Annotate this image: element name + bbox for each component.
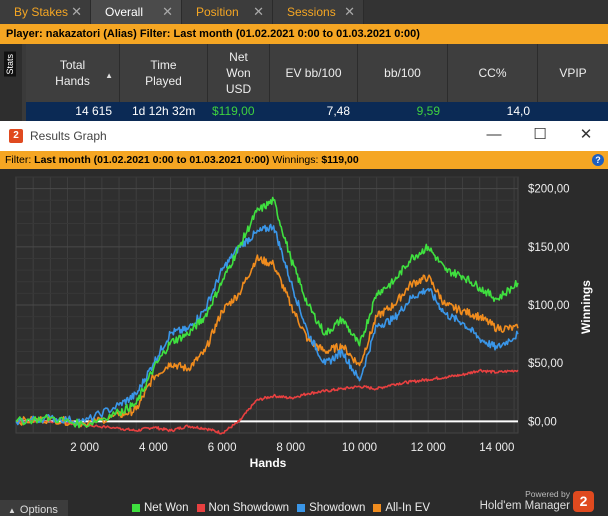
x-tick-label: 10 000	[342, 442, 377, 454]
x-tick-label: 14 000	[479, 442, 514, 454]
brand-logo-icon: 2	[573, 491, 594, 512]
winnings-label: Winnings:	[272, 154, 319, 166]
table-header: Total Hands ▲ Time Played Net Won USD EV…	[26, 44, 608, 102]
cell-ev-bb100: 7,48	[326, 104, 350, 118]
legend-item-net-won[interactable]: Net Won	[132, 501, 189, 515]
header-label: CC%	[478, 66, 507, 80]
chart-legend: Net Won Non Showdown Showdown All-In EV	[132, 501, 430, 515]
tab-label: By Stakes	[14, 5, 69, 19]
filter-label: Filter:	[5, 154, 32, 166]
winnings-value: $119,00	[321, 154, 359, 166]
results-chart: 2 000 4 000 6 000 8 000 10 000 12 000 14 000 $…	[15, 176, 593, 470]
cell-vpip	[538, 102, 608, 121]
options-button[interactable]: ▲ Options	[0, 500, 68, 516]
legend-item-non-showdown[interactable]: Non Showdown	[196, 501, 290, 515]
window-title: Results Graph	[30, 129, 107, 143]
tab-label: Sessions	[287, 5, 336, 19]
filter-value: Last month (01.02.2021 0:00 to 01.03.202…	[34, 154, 270, 166]
maximize-button[interactable]: ☐	[528, 125, 552, 145]
close-button[interactable]: ✕	[574, 125, 598, 145]
y-axis-ticks: $0,00 $50,00 $100,00 $150,00 $200,00	[528, 184, 570, 429]
tab-label: Position	[196, 5, 239, 19]
cell-total-hands: 14 615	[75, 104, 112, 118]
legend-swatch	[132, 504, 140, 512]
stats-side-tab[interactable]: Stats	[0, 44, 22, 121]
cell-cc: 14,0	[506, 104, 530, 118]
tab-sessions[interactable]: Sessions ✕	[273, 0, 364, 24]
column-header-total-hands[interactable]: Total Hands ▲	[26, 44, 120, 102]
tab-by-stakes[interactable]: By Stakes ✕	[0, 0, 91, 24]
legend-item-all-in-ev[interactable]: All-In EV	[373, 501, 430, 515]
stats-label: Stats	[4, 52, 16, 77]
minimize-button[interactable]: —	[482, 125, 506, 145]
x-axis-ticks: 2 000 4 000 6 000 8 000 10 000 12 000 14 000	[70, 442, 514, 454]
close-icon[interactable]: ✕	[344, 4, 355, 20]
help-icon[interactable]: ?	[592, 154, 604, 166]
x-axis-label: Hands	[250, 456, 287, 470]
header-label: Net Won USD	[225, 50, 252, 96]
legend-label: Showdown	[309, 502, 366, 514]
options-icon: ▲	[8, 506, 16, 515]
sort-ascending-icon[interactable]: ▲	[105, 68, 113, 84]
header-label: VPIP	[559, 66, 587, 80]
header-label: Time Played	[145, 58, 182, 88]
cell-time-played: 1d 12h 32m	[132, 104, 196, 118]
results-graph-window: 2 Results Graph — ☐ ✕ Filter: Last month…	[0, 121, 608, 516]
graph-area: 2 000 4 000 6 000 8 000 10 000 12 000 14 000 $…	[0, 169, 608, 516]
column-header-time-played[interactable]: Time Played	[120, 44, 208, 102]
x-tick-label: 6 000	[208, 442, 237, 454]
x-tick-label: 4 000	[139, 442, 168, 454]
tab-label: Overall	[105, 5, 144, 19]
x-tick-label: 2 000	[70, 442, 99, 454]
legend-swatch	[373, 504, 382, 512]
legend-label: Non Showdown	[208, 502, 290, 514]
app-logo-icon: 2	[9, 129, 23, 143]
window-titlebar[interactable]: 2 Results Graph — ☐ ✕	[0, 121, 608, 151]
report-tabs: By Stakes ✕ Overall ✕ Position ✕ Session…	[0, 0, 608, 24]
tab-strip-fill	[364, 0, 608, 24]
header-label: EV bb/100	[285, 66, 342, 80]
graph-filter-bar: Filter: Last month (01.02.2021 0:00 to 0…	[0, 151, 608, 169]
powered-by-text: Powered by	[525, 489, 570, 499]
legend-label: Net Won	[144, 502, 189, 514]
close-icon[interactable]: ✕	[71, 4, 82, 20]
brand-name: Hold'em Manager	[479, 500, 570, 512]
x-tick-label: 12 000	[411, 442, 446, 454]
close-icon[interactable]: ✕	[253, 4, 264, 20]
column-header-cc[interactable]: CC%	[448, 44, 538, 102]
header-label: bb/100	[384, 66, 421, 80]
column-header-net-won[interactable]: Net Won USD	[208, 44, 270, 102]
legend-swatch	[297, 504, 306, 512]
legend-label: All-In EV	[385, 502, 431, 514]
tab-overall[interactable]: Overall ✕	[91, 0, 182, 24]
stats-table: Stats Total Hands ▲ Time Played Net Won …	[0, 44, 608, 121]
legend-swatch	[196, 504, 205, 512]
options-label: Options	[19, 504, 58, 516]
y-tick-label: $100,00	[528, 300, 570, 312]
cell-net-won: $119,00	[212, 104, 255, 118]
legend-item-showdown[interactable]: Showdown	[297, 501, 365, 515]
cell-bb100: 9,59	[416, 104, 440, 118]
tab-position[interactable]: Position ✕	[182, 0, 273, 24]
column-header-ev-bb100[interactable]: EV bb/100	[270, 44, 358, 102]
y-tick-label: $0,00	[528, 416, 557, 428]
header-label: Total Hands	[55, 58, 90, 88]
column-header-bb100[interactable]: bb/100	[358, 44, 448, 102]
table-row[interactable]: 14 615 1d 12h 32m $119,00 7,48 9,59 14,0	[26, 102, 608, 121]
y-axis-label: Winnings	[579, 280, 593, 334]
y-tick-label: $200,00	[528, 184, 570, 196]
x-tick-label: 8 000	[276, 442, 305, 454]
column-header-vpip[interactable]: VPIP	[538, 44, 608, 102]
y-tick-label: $150,00	[528, 242, 570, 254]
player-filter-bar: Player: nakazatori (Alias) Filter: Last …	[0, 24, 608, 44]
y-tick-label: $50,00	[528, 358, 563, 370]
close-icon[interactable]: ✕	[162, 4, 173, 20]
app-root: By Stakes ✕ Overall ✕ Position ✕ Session…	[0, 0, 608, 516]
powered-by: Powered by Hold'em Manager	[474, 489, 570, 515]
